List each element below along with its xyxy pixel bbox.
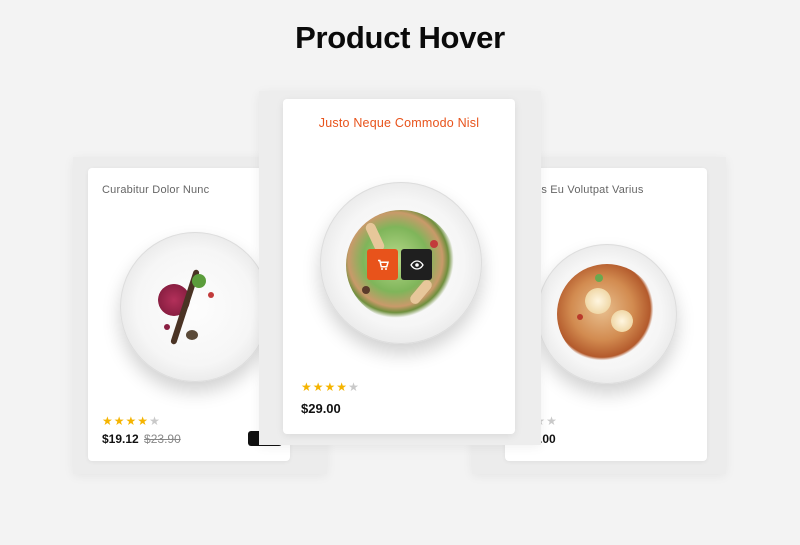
star-icon: ★ bbox=[348, 380, 359, 394]
product-price: $19.12 $23.90 bbox=[102, 432, 181, 446]
star-icon: ★ bbox=[113, 414, 125, 428]
cart-icon bbox=[377, 259, 389, 270]
star-icon: ★ bbox=[102, 414, 113, 428]
product-title[interactable]: Curabitur Dolor Nunc bbox=[102, 184, 209, 196]
food-garnish bbox=[595, 274, 603, 282]
food-garnish bbox=[164, 324, 170, 330]
food-garnish bbox=[611, 310, 633, 332]
food-dish bbox=[557, 264, 657, 364]
star-icon: ★ bbox=[301, 380, 312, 394]
rating-stars: ★ ★ ★ ★ ★ bbox=[102, 415, 160, 427]
food-garnish bbox=[585, 288, 611, 314]
star-icon: ★ bbox=[137, 414, 149, 428]
quick-view-button[interactable] bbox=[401, 249, 432, 280]
rating-stars: ★ ★ ★ ★ ★ bbox=[301, 381, 359, 393]
current-price: $19.12 bbox=[102, 432, 139, 446]
old-price: $23.90 bbox=[144, 432, 181, 446]
food-garnish bbox=[192, 274, 206, 288]
current-price: $29.00 bbox=[301, 401, 341, 416]
food-garnish bbox=[577, 314, 583, 320]
star-icon: ★ bbox=[125, 414, 137, 428]
product-title[interactable]: Justo Neque Commodo Nisl bbox=[283, 116, 515, 130]
product-price: .00 bbox=[539, 432, 556, 446]
current-price: .00 bbox=[539, 432, 556, 446]
star-icon: ★ bbox=[312, 380, 324, 394]
product-image[interactable] bbox=[120, 232, 270, 382]
star-icon: ★ bbox=[324, 380, 336, 394]
food-garnish bbox=[430, 240, 438, 248]
add-to-cart-button[interactable] bbox=[367, 249, 398, 280]
product-title[interactable]: us Eu Volutpat Varius bbox=[535, 184, 644, 196]
star-icon: ★ bbox=[149, 414, 160, 428]
product-image[interactable] bbox=[537, 244, 677, 384]
food-garnish bbox=[362, 286, 370, 294]
food-garnish bbox=[186, 330, 198, 340]
page-title: Product Hover bbox=[295, 20, 505, 55]
eye-icon bbox=[409, 259, 424, 270]
star-icon: ★ bbox=[336, 380, 348, 394]
star-icon: ★ bbox=[546, 414, 557, 428]
product-price: $29.00 bbox=[301, 401, 341, 416]
food-garnish bbox=[208, 292, 214, 298]
product-card-center[interactable]: Justo Neque Commodo Nisl ★ ★ ★ ★ ★ $29.0… bbox=[283, 99, 515, 434]
